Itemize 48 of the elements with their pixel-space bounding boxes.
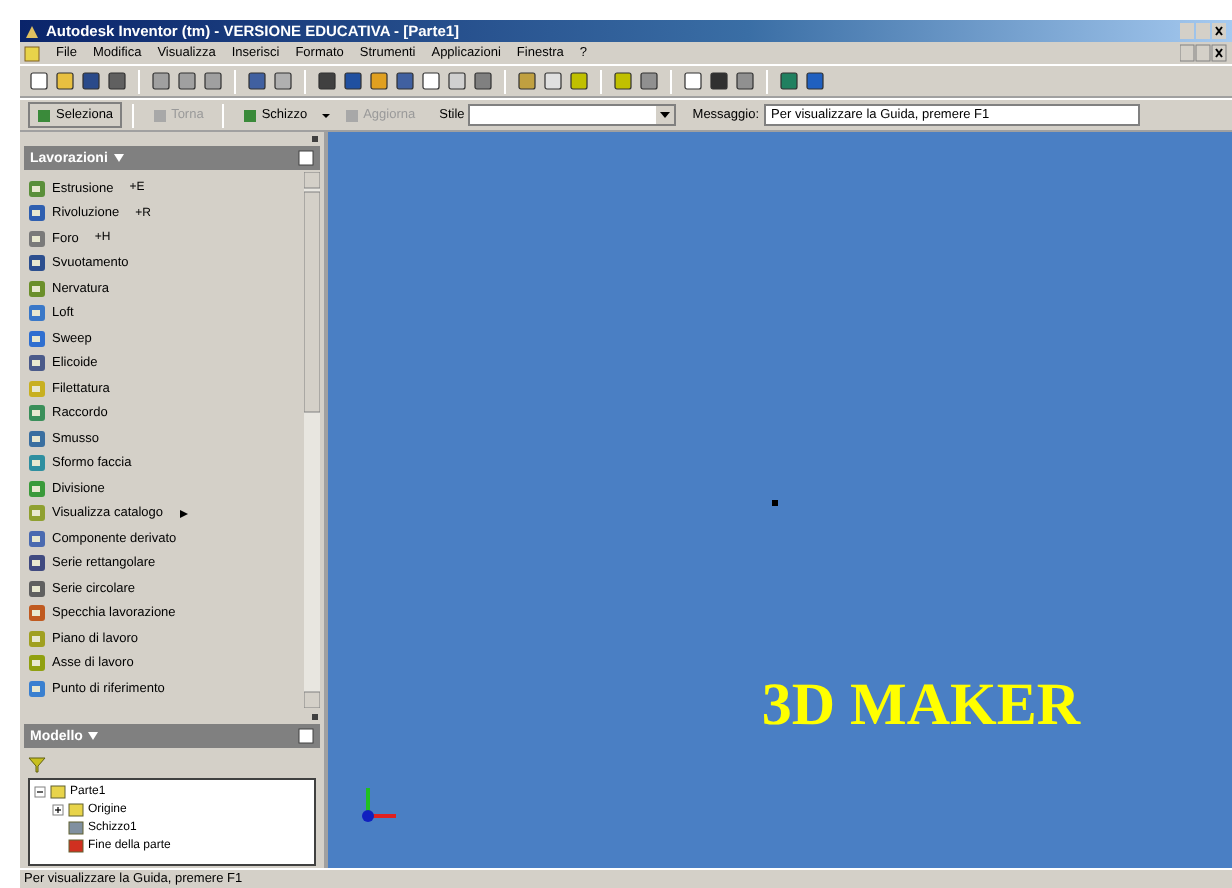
point-icon [772, 500, 778, 506]
toolbar-icon[interactable] [682, 70, 704, 92]
toolbar-icon[interactable] [342, 70, 364, 92]
toolbar-icon[interactable] [316, 70, 338, 92]
part-icon [50, 783, 66, 799]
grip-icon[interactable] [312, 135, 320, 143]
scrollbar[interactable] [304, 172, 320, 708]
toolbar-icon[interactable] [472, 70, 494, 92]
toolbar-icon[interactable] [202, 70, 224, 92]
toolbar-icon[interactable] [176, 70, 198, 92]
toolbar-icon[interactable] [106, 70, 128, 92]
toolbar-icon[interactable] [708, 70, 730, 92]
toolbar-icon[interactable] [368, 70, 390, 92]
viewport[interactable]: 3D MAKER [328, 132, 1232, 868]
toolbar-icon[interactable] [54, 70, 76, 92]
toolbar-icon[interactable] [150, 70, 172, 92]
expand-icon[interactable] [52, 803, 64, 815]
toolbar-icon[interactable] [734, 70, 756, 92]
grip-icon[interactable] [312, 713, 320, 721]
app-icon [24, 23, 40, 39]
caret-icon[interactable] [319, 109, 332, 121]
toolbar-icon[interactable] [516, 70, 538, 92]
overlay-title: 3D MAKER [761, 672, 1080, 740]
toolbar-icon[interactable] [804, 70, 826, 92]
toolbar-icon[interactable] [568, 70, 590, 92]
toolbar-icon[interactable] [612, 70, 634, 92]
toolbar-icon[interactable] [778, 70, 800, 92]
toolbar-icon[interactable] [542, 70, 564, 92]
style-dropdown[interactable] [468, 104, 677, 126]
toolbar-icon[interactable] [420, 70, 442, 92]
document-icon [24, 45, 40, 61]
toolbar-icon[interactable] [394, 70, 416, 92]
command-icon [151, 107, 168, 123]
document-controls-icon[interactable] [1180, 44, 1228, 62]
toolbar-icon[interactable] [272, 70, 294, 92]
command-icon [241, 107, 258, 123]
toolbar-icon[interactable] [28, 70, 50, 92]
filter-icon[interactable] [28, 756, 46, 774]
command-icon [343, 107, 360, 123]
help-icon[interactable] [298, 150, 314, 166]
help-icon[interactable] [298, 728, 314, 744]
toolbar-icon[interactable] [246, 70, 268, 92]
collapse-icon[interactable] [34, 785, 46, 797]
dropdown-arrow-icon[interactable] [656, 106, 675, 124]
window-controls-icon[interactable] [1180, 22, 1228, 40]
toolbar-icon[interactable] [638, 70, 660, 92]
toolbar-icon[interactable] [80, 70, 102, 92]
command-icon [36, 107, 52, 123]
